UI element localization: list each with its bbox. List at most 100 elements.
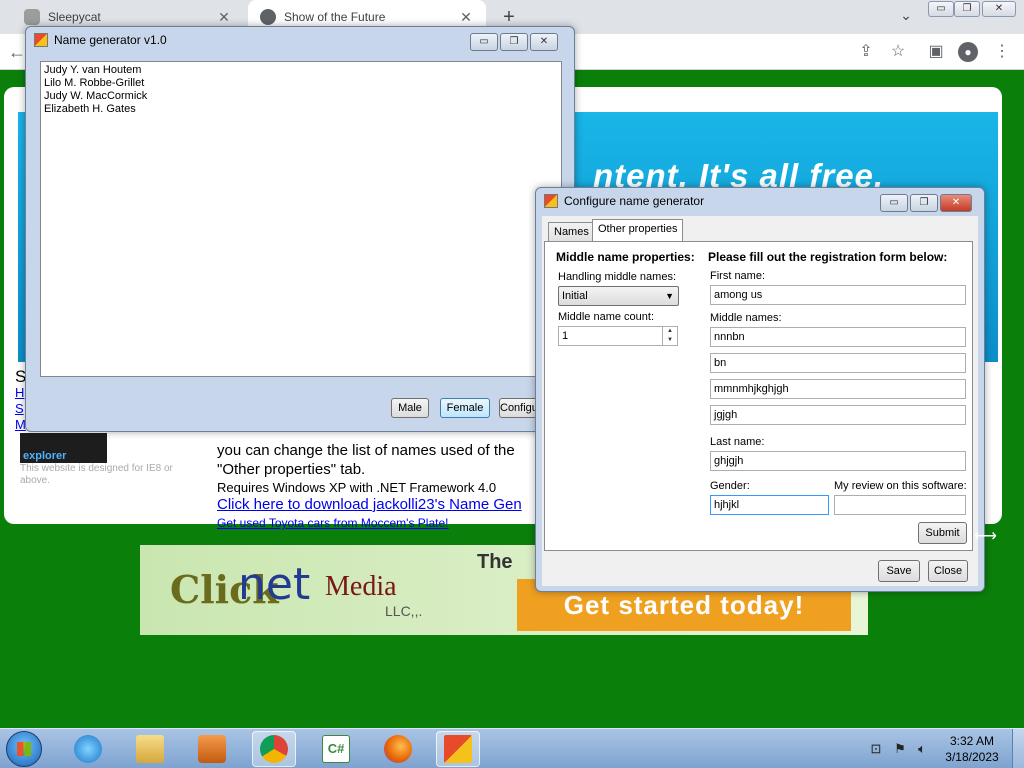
body-line-3: Requires Windows XP with .NET Framework … (217, 480, 497, 495)
configure-button[interactable]: Configure (499, 398, 539, 418)
last-name-label: Last name: (710, 436, 765, 448)
network-icon[interactable]: ⊡ (868, 741, 884, 757)
first-name-field[interactable]: among us (710, 285, 966, 305)
spinner-arrows-icon[interactable]: ▲ ▼ (662, 327, 677, 345)
tab-close-icon[interactable]: ✕ (216, 9, 232, 26)
name-generator-window: Name generator v1.0 ▭ ❐ ✕ Judy Y. van Ho… (25, 26, 575, 432)
show-desktop-button[interactable] (1012, 729, 1024, 768)
body-line-1: you can change the list of names used of… (217, 442, 515, 459)
resize-cursor-icon: ⟷ (974, 528, 997, 545)
middle-count-stepper[interactable]: 1 ▲ ▼ (558, 326, 678, 346)
close-icon[interactable]: ✕ (940, 194, 972, 212)
gender-field[interactable]: hjhjkl (710, 495, 829, 515)
left-link-1[interactable]: H (15, 385, 24, 400)
chrome-icon (260, 735, 288, 763)
last-name-field[interactable]: ghjgjh (710, 451, 966, 471)
start-button-icon[interactable] (6, 731, 42, 767)
folder-icon (136, 735, 164, 763)
taskbar-app-ie[interactable] (66, 731, 110, 767)
taskbar-app-namegen[interactable] (436, 731, 480, 767)
count-label: Middle name count: (558, 311, 654, 323)
ie-note: This website is designed for IE8 or abov… (20, 463, 173, 486)
left-link-2[interactable]: S (15, 401, 24, 416)
app-icon (544, 194, 558, 208)
tab-panel: Middle name properties: Handling middle … (544, 241, 973, 551)
maximize-icon[interactable]: ❐ (910, 194, 938, 212)
middle-name-field-2[interactable]: bn (710, 353, 966, 373)
flag-icon[interactable]: ⚑ (892, 741, 908, 757)
window-title: Configure name generator (544, 194, 704, 208)
restore-icon[interactable]: ❐ (954, 1, 980, 17)
download-link[interactable]: Click here to download jackolli23's Name… (217, 496, 535, 513)
body-line-2: "Other properties" tab. (217, 461, 366, 478)
cat-icon (24, 9, 40, 25)
close-button[interactable]: Close (928, 560, 968, 582)
firefox-icon (384, 735, 412, 763)
list-item[interactable]: Lilo M. Robbe-Grillet (44, 77, 558, 90)
form-heading: Please fill out the registration form be… (708, 250, 948, 264)
minimize-icon[interactable]: ▭ (928, 1, 954, 17)
middle-name-field-4[interactable]: jgjgh (710, 405, 966, 425)
ie-badge[interactable]: explorer (20, 433, 107, 463)
name-generator-icon (444, 735, 472, 763)
dropdown-arrow-icon: ▼ (665, 291, 674, 301)
clock[interactable]: 3:32 AM 3/18/2023 (940, 733, 1004, 765)
ad-heading: The ea (477, 551, 517, 573)
csharp-icon: C# (322, 735, 350, 763)
tab-close-icon[interactable]: ✕ (458, 9, 474, 26)
handling-label: Handling middle names: (558, 271, 677, 283)
tab-other-properties[interactable]: Other properties (592, 219, 684, 242)
window-buttons: ▭ ❐ ✕ (878, 194, 972, 212)
share-icon[interactable]: ⇪ (856, 42, 876, 62)
configure-window: Configure name generator ▭ ❐ ✕ Names Oth… (535, 187, 985, 592)
taskbar-app-chrome[interactable] (252, 731, 296, 767)
middle-heading: Middle name properties: (556, 250, 695, 264)
media-player-icon (198, 735, 226, 763)
names-listbox[interactable]: Judy Y. van Houtem Lilo M. Robbe-Grillet… (40, 61, 562, 377)
tab-names[interactable]: Names (548, 222, 595, 242)
handling-select[interactable]: Initial ▼ (558, 286, 679, 306)
menu-kebab-icon[interactable]: ⋮ (992, 42, 1012, 62)
minimize-icon[interactable]: ▭ (880, 194, 908, 212)
ad-media-text: Media (325, 571, 397, 602)
tab-label: Show of the Future (284, 10, 386, 24)
review-label: My review on this software: (834, 480, 967, 492)
side-panel-icon[interactable]: ▣ (926, 42, 946, 62)
middle-name-field-1[interactable]: nnnbn (710, 327, 966, 347)
submit-button[interactable]: Submit (918, 522, 967, 544)
middle-name-field-3[interactable]: mmnmhjkghjgh (710, 379, 966, 399)
close-icon[interactable]: ✕ (982, 1, 1016, 17)
taskbar-app-media[interactable] (190, 731, 234, 767)
middle-count-value: 1 (562, 330, 569, 342)
taskbar-app-csharp[interactable]: C# (314, 731, 358, 767)
back-arrow-icon[interactable]: ← (8, 42, 26, 63)
tab-label: Sleepycat (48, 10, 101, 24)
window-client: Judy Y. van Houtem Lilo M. Robbe-Grillet… (26, 27, 574, 431)
internet-explorer-icon (74, 735, 102, 763)
taskbar-app-firefox[interactable] (376, 731, 420, 767)
taskbar-app-explorer[interactable] (128, 731, 172, 767)
new-tab-button[interactable]: + (498, 6, 520, 28)
window-title-text: Configure name generator (564, 194, 705, 208)
ad-llc-text: LLC,,. (385, 603, 423, 619)
clock-date: 3/18/2023 (945, 750, 999, 764)
star-icon[interactable]: ☆ (888, 42, 908, 62)
review-field[interactable] (834, 495, 966, 515)
toyota-link[interactable]: Get used Toyota cars from Moccem's Plate… (217, 516, 449, 530)
volume-icon[interactable]: 🔈︎ (914, 741, 930, 757)
gender-label: Gender: (710, 480, 750, 492)
taskbar: C# ⊡ ⚑ 🔈︎ 3:32 AM 3/18/2023 (0, 728, 1024, 768)
first-name-label: First name: (710, 270, 766, 282)
chevron-down-icon[interactable]: ⌄ (896, 7, 916, 27)
list-item[interactable]: Judy W. MacCormick (44, 90, 558, 103)
profile-avatar-icon[interactable]: ● (958, 42, 978, 62)
handling-select-value: Initial (562, 290, 588, 302)
female-button[interactable]: Female (440, 398, 490, 418)
list-item[interactable]: Elizabeth H. Gates (44, 103, 558, 116)
globe-icon (260, 9, 276, 25)
clock-time: 3:32 AM (949, 734, 995, 748)
save-button[interactable]: Save (878, 560, 920, 582)
male-button[interactable]: Male (391, 398, 429, 418)
list-item[interactable]: Judy Y. van Houtem (44, 64, 558, 77)
ad-net-text: net (238, 559, 311, 610)
